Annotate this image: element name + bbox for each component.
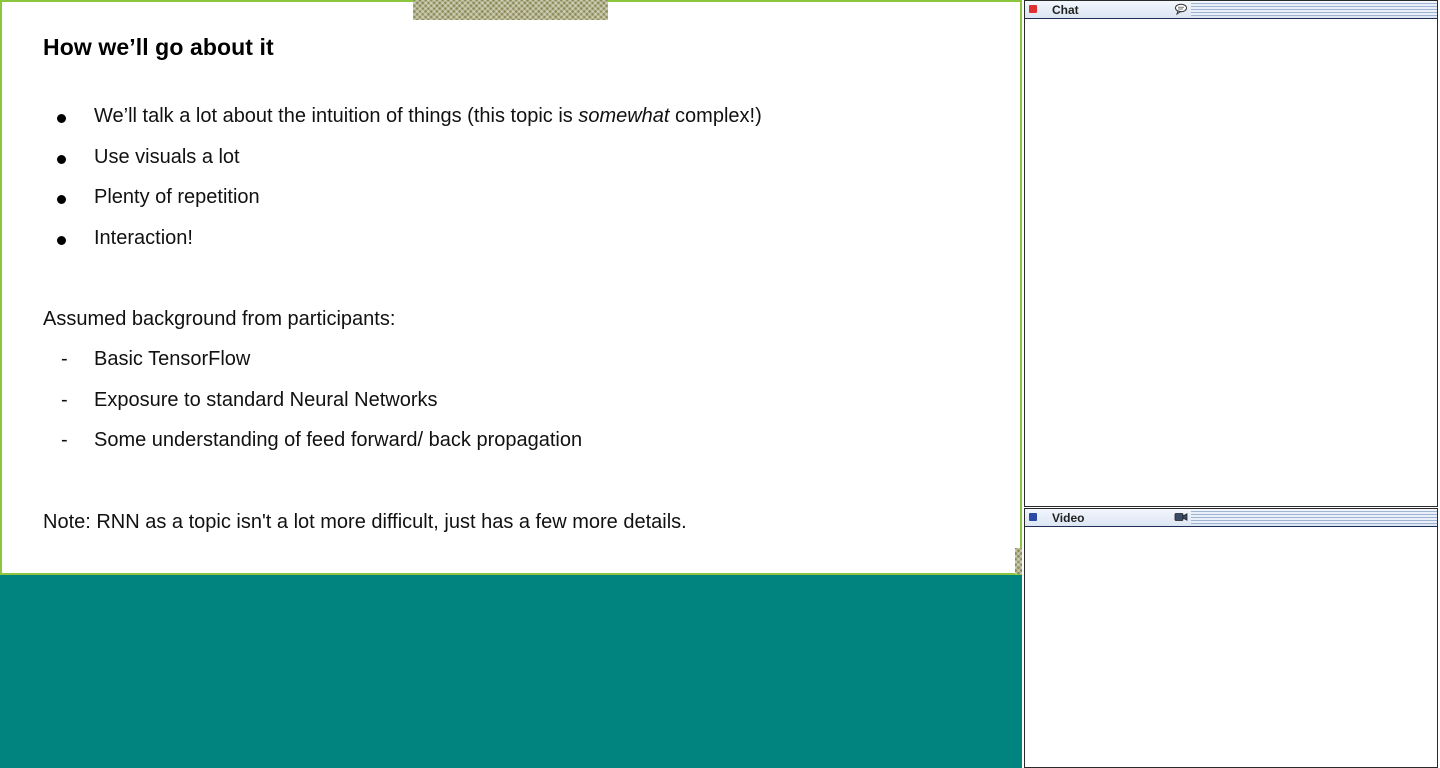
chat-panel-header[interactable]: Chat [1025, 1, 1437, 19]
bullet-item-2: Use visuals a lot [94, 146, 240, 168]
chat-header-grip [1191, 3, 1437, 16]
chat-panel-title: Chat [1052, 3, 1079, 17]
chat-status-indicator [1029, 5, 1037, 13]
slide-note: Note: RNN as a topic isn't a lot more di… [43, 511, 687, 533]
bullet-item-3: Plenty of repetition [94, 186, 260, 208]
chat-bubble-icon[interactable] [1173, 2, 1189, 16]
background-item-2: Exposure to standard Neural Networks [94, 389, 438, 411]
slide: How we’ll go about it We’ll talk a lot a… [0, 0, 1022, 575]
dash-marker: - [61, 429, 68, 451]
bullet-item-1: We’ll talk a lot about the intuition of … [94, 105, 762, 128]
dash-marker: - [61, 389, 68, 411]
chat-panel: Chat [1024, 0, 1438, 507]
presentation-stage: How we’ll go about it We’ll talk a lot a… [0, 0, 1022, 768]
video-panel: Video [1024, 508, 1438, 768]
meeting-window: How we’ll go about it We’ll talk a lot a… [0, 0, 1440, 768]
slide-title: How we’ll go about it [43, 34, 274, 60]
background-heading: Assumed background from participants: [43, 308, 396, 330]
bullet-marker [57, 195, 66, 204]
bullet-text: complex!) [669, 105, 762, 127]
dash-marker: - [61, 348, 68, 370]
chat-panel-body[interactable] [1025, 19, 1437, 506]
bullet-marker [57, 114, 66, 123]
background-item-1: Basic TensorFlow [94, 348, 251, 370]
video-panel-body [1025, 527, 1437, 767]
bullet-marker [57, 236, 66, 245]
slide-resize-handle-top[interactable] [413, 0, 608, 20]
side-panels: Chat Video [1022, 0, 1440, 768]
bullet-item-4: Interaction! [94, 227, 193, 249]
background-item-3: Some understanding of feed forward/ back… [94, 429, 583, 451]
video-header-grip [1191, 511, 1437, 524]
video-status-indicator [1029, 513, 1037, 521]
slide-resize-handle-side[interactable] [1015, 548, 1022, 574]
video-camera-icon[interactable] [1173, 510, 1189, 524]
bullet-emphasis: somewhat [578, 105, 670, 127]
bullet-marker [57, 155, 66, 164]
video-panel-header[interactable]: Video [1025, 509, 1437, 527]
bullet-text: We’ll talk a lot about the intuition of … [94, 105, 579, 127]
video-panel-title: Video [1052, 511, 1085, 525]
